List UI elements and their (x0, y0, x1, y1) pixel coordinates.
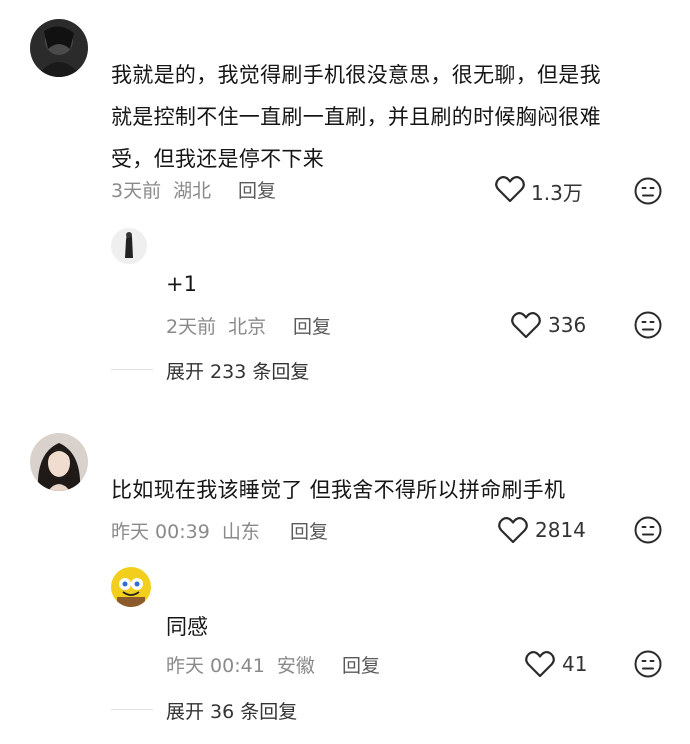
expand-replies-button[interactable]: 展开 233 条回复 (166, 357, 309, 384)
reply-text: +1 (166, 272, 197, 296)
comment-time: 3天前 (111, 180, 162, 202)
reply-button[interactable]: 回复 (293, 312, 331, 339)
divider (111, 709, 153, 710)
heart-outline-icon[interactable] (495, 175, 525, 207)
comment-text-line: 我就是的，我觉得刷手机很没意思，很无聊，但是我 (111, 63, 601, 87)
avatar[interactable] (30, 19, 88, 77)
reply-location: 北京 (228, 316, 267, 338)
comment-section: 我就是的，我觉得刷手机很没意思，很无聊，但是我 就是控制不住一直刷一直刷，并且刷… (0, 0, 690, 744)
reply-avatar[interactable] (111, 228, 147, 264)
like-count: 1.3万 (531, 181, 583, 205)
reply-button[interactable]: 回复 (238, 176, 276, 203)
comment-text-line: 比如现在我该睡觉了 但我舍不得所以拼命刷手机 (111, 478, 566, 502)
reply-text: 同感 (166, 615, 208, 639)
reply-button[interactable]: 回复 (342, 651, 380, 678)
heart-outline-icon[interactable] (498, 516, 528, 548)
like-count: 41 (562, 652, 588, 676)
comment-meta: 昨天 00:39 山东 (111, 517, 260, 544)
reply-time: 2天前 (166, 316, 217, 338)
comment-text-line: 就是控制不住一直刷一直刷，并且刷的时候胸闷很难 (111, 105, 601, 129)
comment-text-line: 受，但我还是停不下来 (111, 147, 324, 171)
like-count: 336 (548, 313, 587, 337)
reply-avatar[interactable] (111, 567, 151, 607)
reply-meta: 昨天 00:41 安徽 (166, 651, 315, 678)
comment-time: 昨天 00:39 (111, 521, 210, 543)
meh-face-icon[interactable] (634, 516, 662, 548)
meh-face-icon[interactable] (634, 177, 662, 209)
meh-face-icon[interactable] (634, 650, 662, 682)
like-count: 2814 (535, 518, 586, 542)
divider (111, 369, 153, 370)
avatar[interactable] (30, 433, 88, 491)
heart-outline-icon[interactable] (511, 311, 541, 343)
comment-location: 山东 (221, 521, 260, 543)
comment-text: 我就是的，我觉得刷手机很没意思，很无聊，但是我 就是控制不住一直刷一直刷，并且刷… (111, 54, 671, 180)
comment-text: 比如现在我该睡觉了 但我舍不得所以拼命刷手机 (111, 469, 565, 511)
reply-location: 安徽 (276, 655, 315, 677)
comment-meta: 3天前 湖北 (111, 176, 211, 203)
expand-replies-button[interactable]: 展开 36 条回复 (166, 697, 297, 724)
heart-outline-icon[interactable] (525, 650, 555, 682)
reply-button[interactable]: 回复 (290, 517, 328, 544)
reply-time: 昨天 00:41 (166, 655, 265, 677)
comment-location: 湖北 (173, 180, 212, 202)
reply-meta: 2天前 北京 (166, 312, 266, 339)
meh-face-icon[interactable] (634, 311, 662, 343)
